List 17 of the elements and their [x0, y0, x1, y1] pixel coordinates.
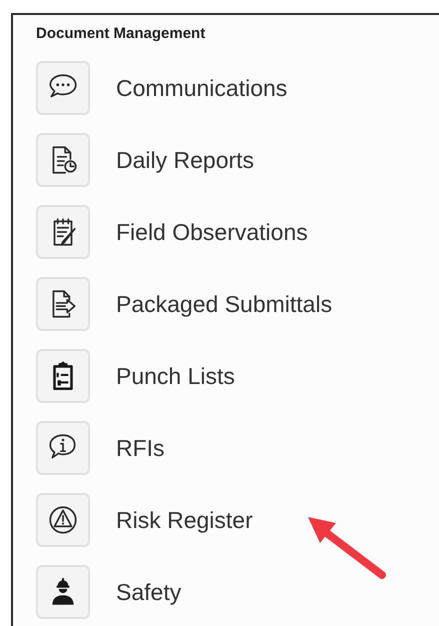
menu-item-link[interactable]: Field Observations: [116, 218, 308, 246]
icon-tile[interactable]: [36, 565, 90, 619]
icon-tile[interactable]: [36, 61, 90, 115]
icon-tile[interactable]: [36, 133, 90, 187]
menu-item-link[interactable]: Packaged Submittals: [116, 290, 332, 318]
icon-tile[interactable]: [36, 349, 90, 403]
menu-item-link[interactable]: Risk Register: [116, 506, 253, 534]
menu-item-link[interactable]: Punch Lists: [116, 362, 235, 390]
section-title: Document Management: [36, 25, 206, 42]
menu-item-link[interactable]: Communications: [116, 74, 288, 102]
icon-tile[interactable]: [36, 277, 90, 331]
icon-tile[interactable]: [36, 421, 90, 475]
menu-item-link[interactable]: RFIs: [116, 434, 165, 462]
menu-item-link[interactable]: Safety: [116, 578, 182, 606]
menu-item-link[interactable]: Daily Reports: [116, 146, 254, 174]
icon-tile[interactable]: [36, 205, 90, 259]
icon-tile[interactable]: [36, 493, 90, 547]
